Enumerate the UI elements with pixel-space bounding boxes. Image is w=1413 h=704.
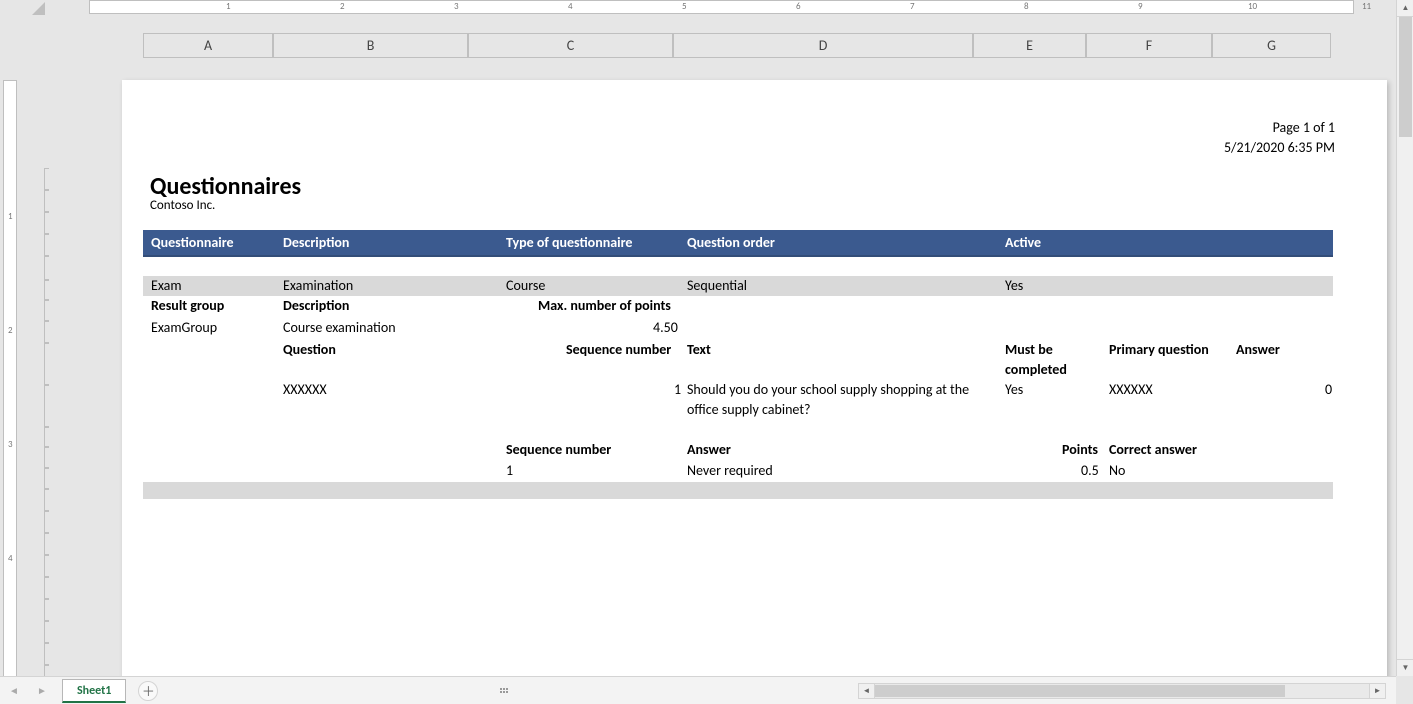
ruler-mark: 5 [682, 1, 687, 12]
grid-area[interactable]: Page 1 of 1 5/21/2020 6:35 PM Questionna… [49, 58, 1396, 676]
sheet-tab-bar: ◄ ► Sheet1 ＋ ◄ ► [0, 676, 1396, 704]
row-headers: 1 2 3 4 5 6 7 8 9 10 11 12 13 14 15 16 1… [22, 58, 49, 676]
column-header[interactable]: F [1086, 33, 1212, 58]
cell: Exam [151, 277, 182, 294]
cell: XXXXXX [283, 380, 327, 400]
table-header-row: Questionnaire Description Type of questi… [143, 230, 1333, 257]
cell: Course [506, 277, 545, 294]
col-primary: Primary question [1109, 340, 1209, 360]
cell: Yes [1005, 380, 1023, 400]
column-header[interactable]: C [468, 33, 673, 58]
vertical-ruler: 1 2 3 4 [0, 58, 22, 676]
ruler-mark: 1 [226, 1, 231, 12]
scroll-thumb[interactable] [875, 685, 1285, 697]
col-active: Active [1005, 234, 1041, 251]
horizontal-ruler: 1 2 3 4 5 6 7 8 9 10 11 [49, 0, 1396, 16]
ruler-mark: 10 [1248, 1, 1257, 12]
col-points: Points [1062, 440, 1098, 460]
sheet-tab[interactable]: Sheet1 [62, 679, 126, 703]
scroll-right-button[interactable]: ► [1369, 684, 1385, 698]
column-header[interactable]: B [273, 33, 468, 58]
col-seq: Sequence number [506, 440, 611, 460]
col-seq: Sequence number [566, 340, 671, 360]
col-description: Description [283, 296, 349, 316]
table-row: XXXXXX 1 Should you do your school suppl… [143, 380, 1333, 420]
cell: 1 [674, 380, 681, 400]
spreadsheet-window: 1 2 3 4 5 6 7 8 9 10 11 A B C D E F G 1 … [0, 0, 1413, 704]
page-timestamp: 5/21/2020 6:35 PM [1224, 138, 1335, 158]
cell: 0 [1325, 380, 1332, 400]
ruler-mark: 9 [1138, 1, 1143, 12]
ruler-mark: 3 [454, 1, 459, 12]
col-correct: Correct answer [1109, 440, 1197, 460]
cell: 0.5 [1081, 461, 1099, 481]
ruler-mark: 4 [568, 1, 573, 12]
col-max-points: Max. number of points [538, 296, 671, 316]
scroll-down-button[interactable]: ▼ [1397, 659, 1413, 676]
ruler-mark: 2 [340, 1, 345, 12]
cell: Examination [283, 277, 353, 294]
column-headers: A B C D E F G [49, 16, 1396, 58]
scroll-left-button[interactable]: ◄ [859, 684, 875, 698]
tab-nav-next-button[interactable]: ► [30, 680, 54, 702]
report-title: Questionnaires [150, 172, 301, 201]
col-answer: Answer [687, 440, 731, 460]
ruler-mark: 8 [1024, 1, 1029, 12]
page-header: Page 1 of 1 5/21/2020 6:35 PM [1224, 118, 1335, 158]
cell: Should you do your school supply shoppin… [687, 380, 999, 420]
sub-header-row: Question Sequence number Text Must be co… [143, 340, 1333, 380]
cell: 4.50 [653, 318, 678, 338]
cell: Never required [687, 461, 773, 481]
col-type: Type of questionnaire [506, 234, 632, 251]
column-header[interactable]: G [1212, 33, 1331, 58]
cell: Course examination [283, 318, 396, 338]
horizontal-scrollbar[interactable]: ◄ ► [858, 683, 1386, 699]
column-header[interactable]: A [143, 33, 273, 58]
column-header[interactable]: E [973, 33, 1086, 58]
col-questionnaire: Questionnaire [151, 234, 234, 251]
company-name: Contoso Inc. [150, 198, 215, 213]
cell: Yes [1005, 277, 1023, 294]
cell: ExamGroup [151, 318, 217, 338]
cell: 1 [506, 461, 513, 481]
ruler-mark: 7 [910, 1, 915, 12]
tab-nav-prev-button[interactable]: ◄ [2, 680, 26, 702]
cell: No [1109, 461, 1125, 481]
ruler-mark: 6 [796, 1, 801, 12]
column-header[interactable]: D [673, 33, 973, 58]
vertical-scrollbar[interactable]: ▲ ▼ [1396, 0, 1413, 676]
ruler-mark: 11 [1362, 1, 1371, 12]
add-sheet-button[interactable]: ＋ [138, 681, 158, 701]
col-order: Question order [687, 234, 775, 251]
scroll-thumb[interactable] [1399, 17, 1412, 137]
scroll-up-button[interactable]: ▲ [1397, 0, 1413, 17]
cell: XXXXXX [1109, 380, 1153, 400]
col-question: Question [283, 340, 336, 360]
col-must: Must be completed [1005, 340, 1085, 380]
select-all-corner[interactable] [0, 0, 49, 16]
col-result-group: Result group [151, 296, 224, 316]
print-page: Page 1 of 1 5/21/2020 6:35 PM Questionna… [122, 80, 1387, 704]
spacer-row [143, 482, 1333, 499]
cell: Sequential [687, 277, 747, 294]
tab-split-handle[interactable] [500, 685, 510, 696]
col-answer: Answer [1236, 340, 1280, 360]
col-text: Text [687, 340, 711, 360]
page-number: Page 1 of 1 [1224, 118, 1335, 138]
col-description: Description [283, 234, 349, 251]
table-row: Exam Examination Course Sequential Yes [143, 276, 1333, 296]
